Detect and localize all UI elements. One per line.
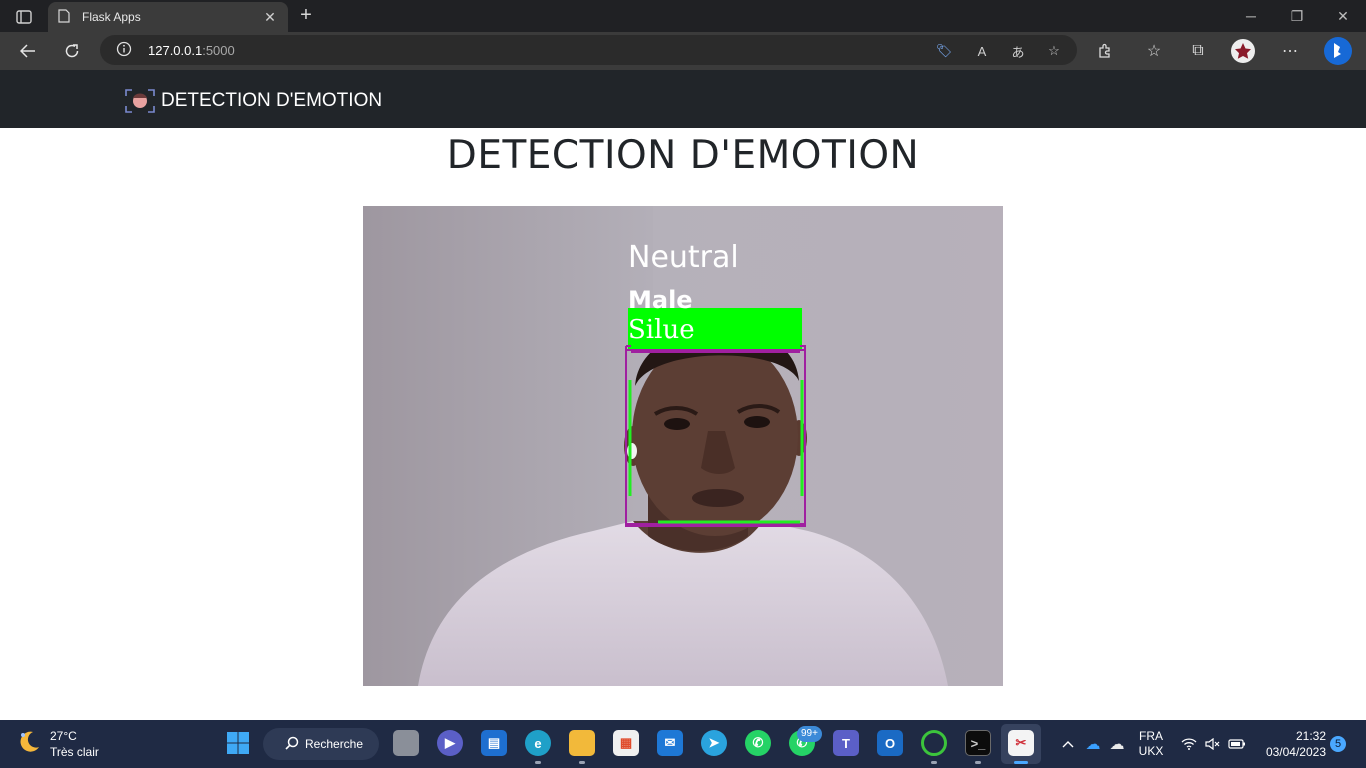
collections-icon[interactable]: ⧉	[1184, 37, 1212, 65]
emotion-label: Neutral	[628, 240, 739, 275]
site-info-icon[interactable]	[116, 41, 132, 60]
main-content: DETECTION D'EMOTION Neutral Male Silue	[0, 128, 1366, 720]
extensions-icon[interactable]	[1091, 37, 1119, 65]
notification-count-badge[interactable]: 5	[1330, 736, 1346, 752]
refresh-button[interactable]	[58, 37, 86, 65]
onedrive-icon[interactable]: ☁	[1082, 720, 1104, 768]
settings-more-icon[interactable]: ⋯	[1276, 37, 1304, 65]
read-aloud-icon[interactable]: A	[972, 41, 992, 61]
whatsapp-unread-badge: 99+	[797, 726, 822, 742]
webcam-video-feed: Neutral Male Silue	[363, 206, 1003, 686]
clock-time: 21:32	[1295, 729, 1326, 743]
gender-label: Male	[628, 286, 693, 314]
teams-icon[interactable]: T	[833, 730, 859, 756]
webcam-frame-image	[363, 206, 1003, 686]
site-navbar: DETECTION D'EMOTION	[0, 70, 1366, 128]
page-icon	[58, 8, 70, 26]
active-app-indicator	[1014, 761, 1028, 764]
taskbar-search[interactable]: Recherche	[263, 728, 379, 760]
snipping-tool-icon[interactable]: ✂	[1008, 730, 1034, 756]
url-host: 127.0.0.1	[148, 42, 203, 58]
weather-widget[interactable]: 27°C Très clair	[16, 728, 99, 760]
teams-chat-icon[interactable]: ▶	[437, 730, 463, 756]
favorites-icon[interactable]: ☆	[1140, 37, 1168, 65]
outlook-icon[interactable]: O	[877, 730, 903, 756]
language-switcher[interactable]: FRA UKX	[1136, 720, 1166, 768]
moon-weather-icon	[16, 729, 42, 760]
translate-icon[interactable]: あ	[1008, 41, 1028, 61]
widgets-icon[interactable]: ▤	[481, 730, 507, 756]
wifi-icon[interactable]	[1178, 720, 1200, 768]
profile-avatar[interactable]	[1229, 37, 1257, 65]
terminal-icon[interactable]: >_	[965, 730, 991, 756]
address-bar[interactable]: 127.0.0.1:5000 🏷 A あ ☆	[100, 35, 1077, 65]
add-favorite-icon[interactable]: ☆	[1044, 41, 1064, 61]
tab-title: Flask Apps	[82, 10, 141, 24]
windows-start-icon[interactable]	[225, 730, 251, 756]
onedrive-personal-icon[interactable]: ☁	[1106, 720, 1128, 768]
browser-tab-bar: Flask Apps ✕ + ─ ❐ ✕	[0, 0, 1366, 32]
browser-toolbar: 127.0.0.1:5000 🏷 A あ ☆ ☆ ⧉ ⋯	[0, 32, 1366, 70]
battery-icon[interactable]	[1226, 720, 1248, 768]
keyboard-layout: UKX	[1138, 744, 1164, 758]
microsoft-store-icon[interactable]: ▦	[613, 730, 639, 756]
coupon-tag-icon[interactable]: 🏷	[934, 41, 954, 61]
close-window-button[interactable]: ✕	[1320, 0, 1366, 32]
whatsapp-icon[interactable]: ✆	[745, 730, 771, 756]
edge-browser-icon[interactable]: e	[525, 730, 551, 756]
task-view-icon[interactable]	[393, 730, 419, 756]
url-port: :5000	[202, 42, 235, 58]
browser-tab[interactable]: Flask Apps ✕	[48, 2, 288, 32]
volume-muted-icon[interactable]	[1202, 720, 1224, 768]
clock-date: 03/04/2023	[1265, 745, 1326, 759]
brand-text: DETECTION D'EMOTION	[161, 90, 383, 111]
search-label: Recherche	[305, 737, 364, 751]
language-code: FRA	[1139, 729, 1163, 743]
loading-app-icon[interactable]	[921, 730, 947, 756]
tab-actions-icon[interactable]	[10, 6, 38, 28]
bing-copilot-icon[interactable]	[1322, 35, 1354, 67]
system-clock[interactable]: 21:32 03/04/2023	[1256, 728, 1326, 760]
weather-description: Très clair	[50, 745, 99, 759]
telegram-icon[interactable]: ➤	[701, 730, 727, 756]
windows-taskbar: 27°C Très clair Recherche ▶ ▤ e ▦ ✉ ➤ ✆ …	[0, 720, 1366, 768]
restore-button[interactable]: ❐	[1274, 0, 1320, 32]
search-icon	[285, 736, 299, 753]
close-tab-icon[interactable]: ✕	[262, 9, 278, 26]
weather-temperature: 27°C	[50, 729, 77, 743]
new-tab-button[interactable]: +	[294, 4, 318, 28]
file-explorer-icon[interactable]	[569, 730, 595, 756]
page-title: DETECTION D'EMOTION	[446, 133, 920, 178]
person-name-label: Silue	[628, 315, 695, 345]
minimize-button[interactable]: ─	[1228, 0, 1274, 32]
face-scan-logo-icon	[125, 89, 155, 113]
mail-icon[interactable]: ✉	[657, 730, 683, 756]
brand-link[interactable]: DETECTION D'EMOTION	[125, 89, 382, 113]
back-button[interactable]	[14, 37, 42, 65]
show-hidden-icons[interactable]	[1058, 720, 1078, 768]
